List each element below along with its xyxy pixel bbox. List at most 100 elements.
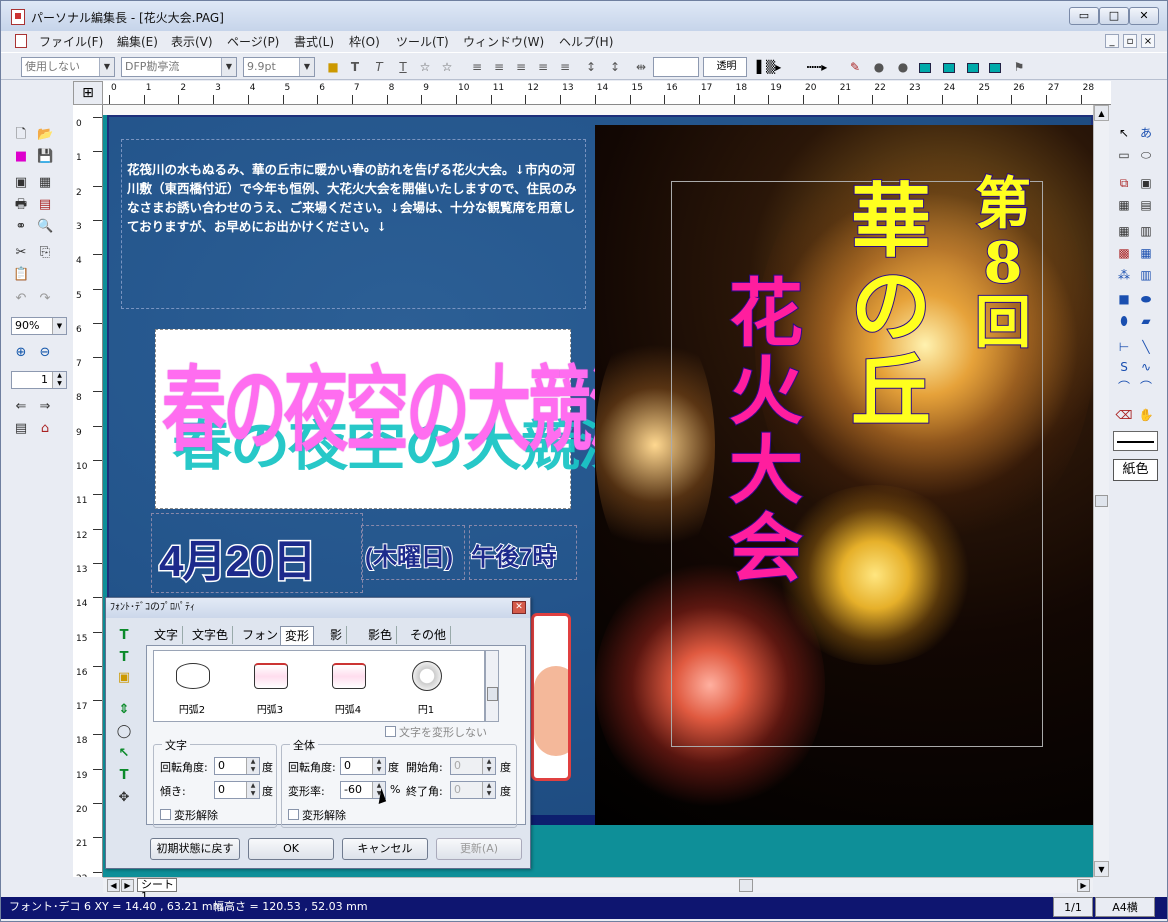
bold-style-icon[interactable]: ■ [325, 59, 341, 75]
intro-text-frame[interactable]: 花筏川の水もぬるみ、華の丘市に暖かい春の訪れを告げる花火大会。↓市内の河川敷（東… [121, 139, 586, 309]
close-button[interactable]: ✕ [1129, 7, 1159, 25]
forward-icon[interactable] [965, 59, 981, 75]
char-slant-input[interactable]: 0 ▲ ▼ [214, 781, 260, 799]
spin-arrows-icon[interactable]: ▲ ▼ [52, 372, 66, 388]
tab-last-icon[interactable]: ▶ [121, 879, 134, 892]
stamp-icon[interactable]: ● [871, 59, 887, 75]
scroll-thumb[interactable] [487, 687, 498, 701]
folder-icon[interactable]: ▣ [116, 670, 132, 686]
circle-shape-icon[interactable]: ⬮ [1115, 313, 1133, 329]
zoom-in-icon[interactable]: ⊕ [13, 345, 29, 361]
tab-first-icon[interactable]: ◀ [107, 879, 120, 892]
copy-icon[interactable]: ⎘ [37, 245, 53, 261]
line-hv-icon[interactable]: ⊢ [1115, 339, 1133, 355]
apply-button[interactable]: 更新(A) [436, 838, 522, 860]
align-left-icon[interactable]: ≡ [469, 59, 485, 75]
shape-arc2[interactable]: 円弧2 [162, 657, 222, 717]
hscroll-thumb[interactable] [739, 879, 753, 892]
scroll-thumb[interactable] [1095, 495, 1108, 507]
tab-other[interactable]: その他 [406, 626, 452, 644]
rotate-icon[interactable]: ◯ [116, 724, 132, 740]
image-frame-icon[interactable]: ▣ [1137, 175, 1155, 191]
deform-shape-list[interactable]: 円弧2 円弧3 円弧4 円1 [153, 650, 485, 722]
italic-icon[interactable]: T [371, 59, 387, 75]
spin-arrows-icon[interactable]: ▲ ▼ [482, 782, 495, 798]
horizontal-scroll-area[interactable] [103, 877, 1093, 893]
size-combo[interactable]: 9.9pt ▼ [243, 57, 315, 77]
menu-window[interactable]: ウィンドウ(W) [463, 33, 544, 50]
scroll-right-icon[interactable]: ▶ [1077, 879, 1090, 892]
arc-icon[interactable]: ⌒ [1115, 379, 1133, 395]
no-deform-checkbox[interactable]: 文字を変形しない [385, 724, 487, 740]
vertical-title-dai8kai[interactable]: 第8回 [973, 173, 1033, 353]
menu-help[interactable]: ヘルプ(H) [559, 33, 613, 50]
line-diag-icon[interactable]: ╲ [1137, 339, 1155, 355]
minimize-button[interactable]: ▭ [1069, 7, 1099, 25]
font-combo[interactable]: DFP勘亭流 ▼ [121, 57, 237, 77]
cancel-button[interactable]: キャンセル [342, 838, 428, 860]
frame-tool-icon[interactable]: ▭ [1115, 147, 1133, 163]
tab-shadow-color[interactable]: 影色 [364, 626, 398, 644]
char-spacing-icon[interactable]: ⇹ [633, 59, 649, 75]
mdi-restore-button[interactable]: ▫ [1123, 34, 1137, 48]
template-icon[interactable]: ■ [13, 149, 29, 165]
banner-frame[interactable]: 春の夜空の大競演！ 春の夜空の大競演！ [155, 329, 714, 509]
outline-icon[interactable]: ☆ [417, 59, 433, 75]
spin-arrows-icon[interactable]: ▲ ▼ [482, 758, 495, 774]
slant-icon[interactable]: ↖ [116, 746, 132, 762]
char-reset-checkbox[interactable]: 変形解除 [160, 807, 218, 823]
char-rotation-input[interactable]: 0 ▲ ▼ [214, 757, 260, 775]
underline-icon[interactable]: T [395, 59, 411, 75]
menu-frame[interactable]: 枠(O) [349, 33, 380, 50]
shape-list-scrollbar[interactable] [485, 650, 499, 722]
print-preview-icon[interactable]: ⚭ [13, 219, 29, 235]
next-page-icon[interactable]: ⇒ [37, 399, 53, 415]
dialog-close-button[interactable]: ✕ [512, 601, 526, 614]
scroll-down-icon[interactable]: ▼ [1094, 861, 1109, 877]
print-icon[interactable]: 🖶 [13, 197, 29, 213]
print-setup-icon[interactable]: ▤ [37, 197, 53, 213]
line-sample-button[interactable] [1113, 431, 1158, 451]
round-frame-icon[interactable]: ⬭ [1137, 147, 1155, 163]
home-icon[interactable]: ⌂ [37, 421, 53, 437]
eyedropper-icon[interactable]: ✎ [847, 59, 863, 75]
end-angle-input[interactable]: 0 ▲ ▼ [450, 781, 496, 799]
text-icon[interactable]: T [116, 628, 132, 644]
ellipse-shape-icon[interactable]: ⬬ [1137, 291, 1155, 307]
align-center-icon[interactable]: ≡ [491, 59, 507, 75]
rect-shape-icon[interactable]: ■ [1115, 291, 1133, 307]
start-angle-input[interactable]: 0 ▲ ▼ [450, 757, 496, 775]
text-fill-icon[interactable]: T [116, 650, 132, 666]
menu-format[interactable]: 書式(L) [294, 33, 334, 50]
all-reset-checkbox[interactable]: 変形解除 [288, 807, 346, 823]
hand-icon[interactable]: ✋ [1137, 407, 1155, 423]
reset-defaults-button[interactable]: 初期状態に戻す [150, 838, 240, 860]
chart-icon[interactable]: ▥ [1137, 267, 1155, 283]
cut-icon[interactable]: ✂ [13, 245, 29, 261]
line-style-icon[interactable]: ┅┅▸ [793, 59, 841, 75]
ok-button[interactable]: OK [248, 838, 334, 860]
spin-arrows-icon[interactable]: ▲ ▼ [372, 758, 385, 774]
vertical-scrollbar[interactable]: ▲ ▼ [1093, 105, 1109, 877]
shape-arc4[interactable]: 円弧4 [318, 657, 378, 717]
bold-icon[interactable]: T [347, 59, 363, 75]
ruler-corner-button[interactable]: ⊞ [73, 81, 103, 105]
prev-page-icon[interactable]: ⇐ [13, 399, 29, 415]
menu-file[interactable]: ファイル(F) [39, 33, 103, 50]
vertical-title-hanabi[interactable]: 花火大会 [721, 274, 811, 590]
move-icon[interactable]: ✥ [116, 790, 132, 806]
para-spacing-icon[interactable]: ↕ [607, 59, 623, 75]
shape-circle1[interactable]: 円1 [396, 657, 456, 717]
align-right-icon[interactable]: ≡ [513, 59, 529, 75]
tab-text-color[interactable]: 文字色 [188, 626, 234, 644]
bring-front-icon[interactable] [917, 59, 933, 75]
maximize-button[interactable]: □ [1099, 7, 1129, 25]
zoom-select[interactable]: 90% ▼ [11, 317, 67, 335]
zoom-page-icon[interactable]: 🔍 [37, 219, 53, 235]
link-frame-icon[interactable]: ⧉ [1115, 175, 1133, 191]
tab-shadow[interactable]: 影 [326, 626, 348, 644]
text-deform-icon[interactable]: T [116, 768, 132, 784]
fill-pattern-icon[interactable]: ▌▒▸ [751, 59, 787, 75]
export-icon[interactable]: ▦ [37, 175, 53, 191]
parallelogram-icon[interactable]: ▰ [1137, 313, 1155, 329]
